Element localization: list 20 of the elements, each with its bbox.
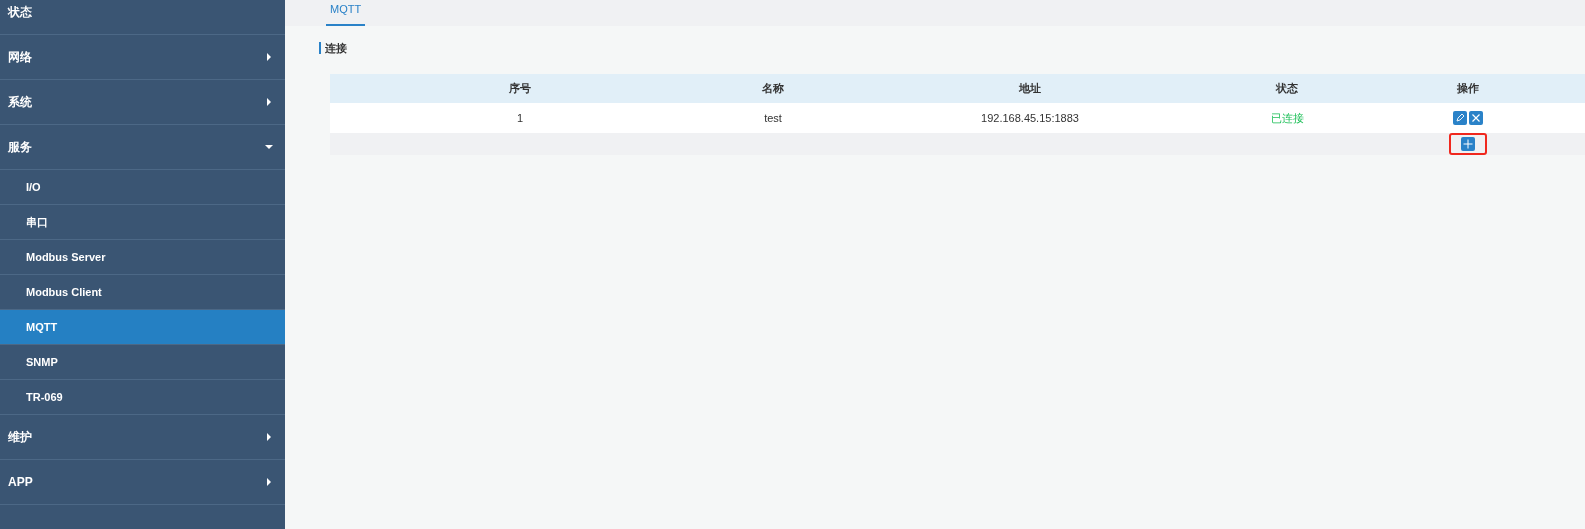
edit-button[interactable] bbox=[1452, 111, 1467, 125]
table-cell-text: test bbox=[763, 112, 783, 124]
caret-right-icon bbox=[265, 432, 273, 442]
table-cell-text: 1 bbox=[515, 112, 525, 124]
caret-right-icon bbox=[265, 52, 273, 62]
table-cell-text: 192.168.45.15:1883 bbox=[980, 112, 1080, 124]
section-title: 连接 bbox=[319, 42, 1585, 54]
column-header: 状态 bbox=[1274, 81, 1299, 96]
tab[interactable]: MQTT bbox=[326, 0, 366, 26]
add-button[interactable] bbox=[1460, 137, 1475, 151]
column-header: 地址 bbox=[1018, 81, 1042, 96]
caret-right-icon bbox=[265, 477, 273, 487]
caret-right-icon bbox=[265, 97, 273, 107]
column-header: 操作 bbox=[1455, 81, 1480, 96]
column-header: 名称 bbox=[761, 81, 785, 96]
caret-down-icon bbox=[265, 142, 273, 152]
delete-button[interactable] bbox=[1468, 111, 1483, 125]
column-header: 序号 bbox=[508, 81, 532, 96]
sidebar-subitem[interactable]: MQTT bbox=[0, 310, 285, 345]
status-text: 已连接 bbox=[1269, 110, 1305, 126]
